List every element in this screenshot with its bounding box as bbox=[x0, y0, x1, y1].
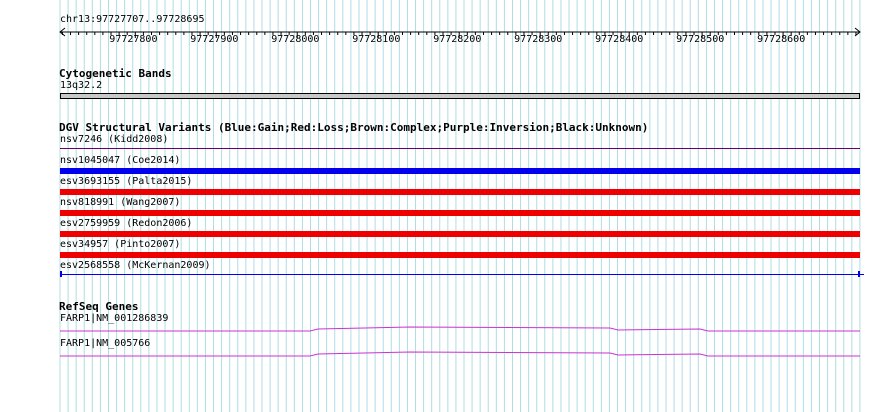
dgv-variant-bar[interactable] bbox=[60, 231, 860, 237]
ruler-tick-label: 97727900 bbox=[190, 34, 239, 45]
dgv-variant-label: nsv1045047 (Coe2014) bbox=[60, 155, 181, 166]
ruler-tick-label: 97728600 bbox=[757, 34, 806, 45]
dgv-variant-label: nsv7246 (Kidd2008) bbox=[60, 134, 169, 145]
ruler-tick-label: 97728000 bbox=[271, 34, 320, 45]
dgv-variant-bar[interactable] bbox=[60, 252, 860, 258]
ruler-tick-label: 97728100 bbox=[352, 34, 401, 45]
ruler-tick-label: 97728400 bbox=[595, 34, 644, 45]
dgv-variant-label: nsv818991 (Wang2007) bbox=[60, 197, 181, 208]
cytoband-label: 13q32.2 bbox=[60, 80, 103, 91]
dgv-variant-label: esv3693155 (Palta2015) bbox=[60, 176, 193, 187]
ruler-tick-label: 97728500 bbox=[676, 34, 725, 45]
dgv-variant-bar[interactable] bbox=[60, 189, 860, 195]
dgv-variant-label: esv2568558 (McKernan2009) bbox=[60, 260, 211, 271]
cytoband-track-title: Cytogenetic Bands bbox=[59, 67, 172, 80]
ruler-tick-label: 97727800 bbox=[109, 34, 158, 45]
dgv-variant-bar[interactable] bbox=[60, 148, 860, 149]
dgv-variant-bar[interactable] bbox=[60, 274, 864, 275]
dgv-variant-end-cap bbox=[858, 271, 860, 277]
dgv-variant-bar[interactable] bbox=[60, 210, 860, 216]
dgv-variant-end-cap bbox=[60, 271, 62, 277]
refseq-gene-line bbox=[60, 326, 860, 332]
genome-browser-view: chr13:97727707..97728695 97727800 9772790… bbox=[0, 0, 890, 412]
refseq-gene-line bbox=[60, 351, 860, 357]
dgv-track-title: DGV Structural Variants (Blue:Gain;Red:L… bbox=[59, 121, 649, 134]
cytoband-bar[interactable] bbox=[60, 93, 860, 99]
ruler-tick-label: 97728200 bbox=[433, 34, 482, 45]
dgv-variant-label: esv2759959 (Redon2006) bbox=[60, 218, 193, 229]
dgv-variant-label: esv34957 (Pinto2007) bbox=[60, 239, 181, 250]
refseq-track-title: RefSeq Genes bbox=[59, 300, 139, 313]
refseq-gene-feature[interactable] bbox=[0, 346, 890, 366]
ruler-tick-label: 97728300 bbox=[514, 34, 563, 45]
dgv-variant-bar[interactable] bbox=[60, 168, 860, 174]
